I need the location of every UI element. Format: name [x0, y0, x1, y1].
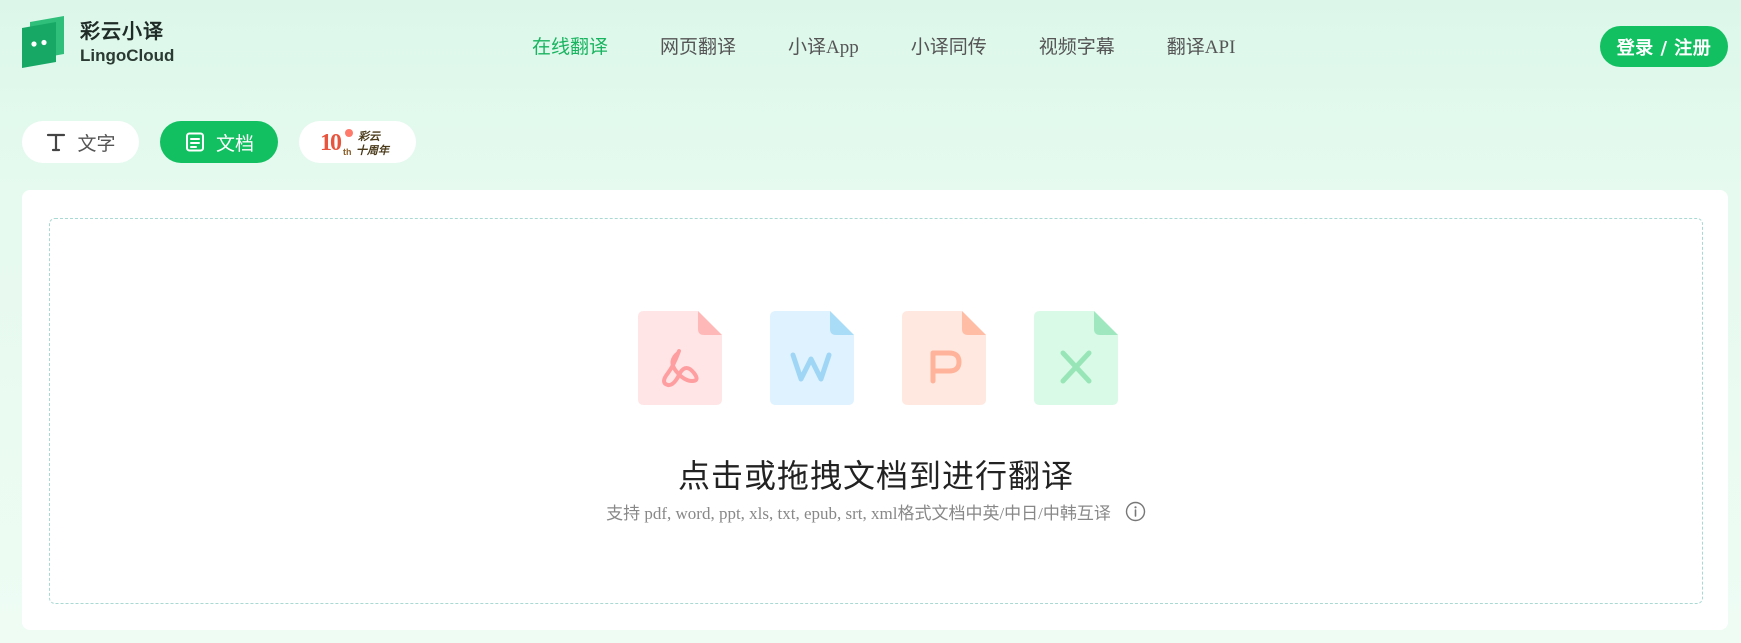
nav-app[interactable]: 小译App: [788, 32, 859, 59]
brand-name-en: LingoCloud: [80, 46, 175, 65]
nav-video-subtitles[interactable]: 视频字幕: [1039, 32, 1115, 59]
dropzone-title: 点击或拖拽文档到进行翻译: [677, 457, 1074, 495]
lingocloud-logo-icon: [22, 16, 64, 68]
text-t-icon: [47, 133, 66, 152]
header: 彩云小译 LingoCloud 在线翻译 网页翻译 小译App 小译同传 视频字…: [0, 0, 1741, 92]
upload-card: 点击或拖拽文档到进行翻译 支持 pdf, word, ppt, xls, txt…: [22, 190, 1728, 630]
tab-document[interactable]: 文档: [160, 121, 278, 163]
file-type-icons: [638, 311, 1118, 405]
supported-formats-text: 支持 pdf, word, ppt, xls, txt, epub, srt, …: [606, 504, 1111, 523]
anniversary-badge-icon: 10 th 彩云 十周年: [320, 129, 391, 157]
tab-anniversary[interactable]: 10 th 彩云 十周年: [299, 121, 416, 163]
anniversary-number: 10: [320, 130, 342, 156]
tab-text[interactable]: 文字: [22, 121, 139, 163]
login-register-button[interactable]: 登录 / 注册: [1600, 26, 1728, 67]
nav-simultaneous[interactable]: 小译同传: [911, 32, 987, 59]
document-dropzone[interactable]: 点击或拖拽文档到进行翻译 支持 pdf, word, ppt, xls, txt…: [49, 218, 1703, 604]
ppt-file-icon: [902, 311, 986, 405]
nav-online-translate[interactable]: 在线翻译: [532, 32, 608, 59]
anniversary-line1: 彩云: [358, 130, 381, 143]
nav-api[interactable]: 翻译API: [1167, 32, 1236, 59]
main-nav: 在线翻译 网页翻译 小译App 小译同传 视频字幕 翻译API: [532, 32, 1287, 59]
anniversary-line2: 十周年: [356, 144, 391, 157]
tab-document-label: 文档: [215, 132, 254, 155]
dropzone-subtitle-row: 支持 pdf, word, ppt, xls, txt, epub, srt, …: [50, 499, 1702, 524]
tab-text-label: 文字: [77, 132, 116, 155]
word-file-icon: [770, 311, 854, 405]
excel-file-icon: [1034, 311, 1118, 405]
brand-name-cn: 彩云小译: [80, 19, 164, 43]
nav-web-translate[interactable]: 网页翻译: [660, 32, 736, 59]
document-icon: [185, 132, 204, 152]
info-icon[interactable]: [1125, 501, 1146, 522]
logo[interactable]: 彩云小译 LingoCloud: [22, 16, 174, 70]
anniversary-suffix: th: [343, 147, 352, 157]
pdf-file-icon: [638, 311, 722, 405]
